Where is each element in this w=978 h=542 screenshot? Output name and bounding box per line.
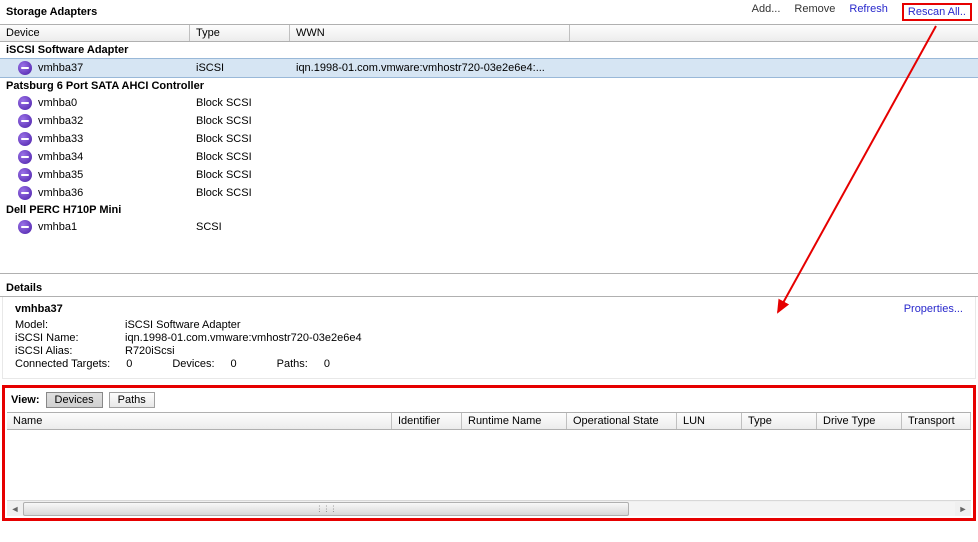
hcol-lun[interactable]: LUN [677,413,742,429]
col-header-wwn[interactable]: WWN [290,25,570,41]
value-devices: 0 [231,358,237,370]
adapter-wwn [290,102,590,104]
hba-icon [18,61,32,75]
paths-tab-button[interactable]: Paths [109,392,155,408]
devices-tab-button[interactable]: Devices [46,392,103,408]
adapter-type: Block SCSI [190,96,290,110]
hcol-type[interactable]: Type [742,413,817,429]
label-connected-targets: Connected Targets: [15,358,110,370]
adapter-type: Block SCSI [190,186,290,200]
adapter-type: Block SCSI [190,168,290,182]
annotation-arrow-icon [770,22,950,322]
view-bar: View: Devices Paths [7,390,971,410]
header-actions: Add... Remove Refresh Rescan All.. [752,3,972,21]
remove-link[interactable]: Remove [794,3,835,21]
value-model: iSCSI Software Adapter [125,319,241,331]
adapter-device-name: vmhba32 [38,115,83,127]
hcol-name[interactable]: Name [7,413,392,429]
adapter-wwn [290,174,590,176]
adapter-wwn [290,156,590,158]
label-devices: Devices: [172,358,214,370]
hcol-runtime[interactable]: Runtime Name [462,413,567,429]
hba-icon [18,96,32,110]
hba-icon [18,114,32,128]
refresh-link[interactable]: Refresh [849,3,888,21]
devices-table-header: Name Identifier Runtime Name Operational… [7,412,971,430]
rescan-all-link[interactable]: Rescan All.. [902,3,972,21]
adapter-type: Block SCSI [190,150,290,164]
add-link[interactable]: Add... [752,3,781,21]
hcol-drivetype[interactable]: Drive Type [817,413,902,429]
hcol-transport[interactable]: Transport [902,413,971,429]
adapter-wwn [290,120,590,122]
adapter-device-name: vmhba37 [38,62,83,74]
scroll-thumb[interactable]: ⋮⋮⋮ [23,502,629,516]
adapter-type: Block SCSI [190,132,290,146]
label-iscsi-alias: iSCSI Alias: [15,345,125,357]
adapter-device-name: vmhba34 [38,151,83,163]
value-iscsi-alias: R720iScsi [125,345,175,357]
hba-icon [18,150,32,164]
hba-icon [18,220,32,234]
hcol-opstate[interactable]: Operational State [567,413,677,429]
adapter-wwn: iqn.1998-01.com.vmware:vmhostr720-03e2e6… [290,61,590,75]
adapter-wwn [290,138,590,140]
adapter-device-name: vmhba33 [38,133,83,145]
value-paths: 0 [324,358,330,370]
hba-icon [18,168,32,182]
hcol-identifier[interactable]: Identifier [392,413,462,429]
col-header-device[interactable]: Device [0,25,190,41]
hba-icon [18,132,32,146]
value-connected-targets: 0 [126,358,132,370]
view-label: View: [11,394,40,406]
label-model: Model: [15,319,125,331]
page-title: Storage Adapters [6,6,97,18]
adapter-type: SCSI [190,220,290,234]
value-iscsi-name: iqn.1998-01.com.vmware:vmhostr720-03e2e6… [125,332,362,344]
view-area-highlight: View: Devices Paths Name Identifier Runt… [2,385,976,521]
adapter-device-name: vmhba35 [38,169,83,181]
label-iscsi-name: iSCSI Name: [15,332,125,344]
scroll-right-arrow-icon[interactable]: ► [955,502,971,516]
adapter-type: iSCSI [190,61,290,75]
adapter-wwn [290,192,590,194]
adapter-device-name: vmhba1 [38,221,77,233]
scroll-left-arrow-icon[interactable]: ◄ [7,502,23,516]
horizontal-scrollbar[interactable]: ◄ ⋮⋮⋮ ► [7,500,971,516]
devices-table-body [7,430,971,500]
adapter-device-name: vmhba0 [38,97,77,109]
adapter-wwn [290,226,590,228]
hba-icon [18,186,32,200]
label-paths: Paths: [277,358,308,370]
col-header-type[interactable]: Type [190,25,290,41]
adapter-device-name: vmhba36 [38,187,83,199]
scroll-track[interactable]: ⋮⋮⋮ [23,502,955,516]
header-bar: Storage Adapters Add... Remove Refresh R… [0,0,978,24]
adapter-type: Block SCSI [190,114,290,128]
